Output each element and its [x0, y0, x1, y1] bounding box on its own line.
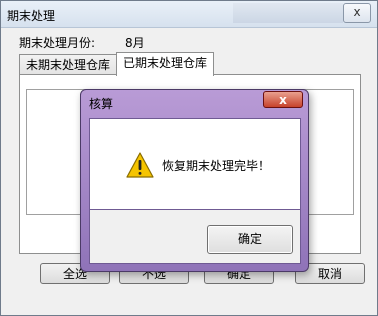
dialog-footer: 确定	[89, 210, 301, 264]
dialog-title: 核算	[89, 97, 114, 111]
warning-icon	[126, 152, 154, 178]
dialog-ok-button[interactable]: 确定	[207, 225, 293, 254]
window-titlebar[interactable]: 期末处理 x	[1, 1, 377, 28]
window-close-button[interactable]: x	[343, 3, 371, 23]
period-end-window: 期末处理 x 期末处理月份: 8月 未期末处理仓库 已期末处理仓库 全选 不选 …	[0, 0, 378, 316]
window-title: 期末处理	[7, 9, 56, 23]
accounting-dialog: 核算 x 恢复期末处理完毕！ 确定	[80, 89, 309, 272]
titlebar-background-blur	[233, 3, 343, 23]
tab-unprocessed-warehouses[interactable]: 未期末处理仓库	[19, 54, 118, 75]
month-label: 期末处理月份:	[19, 36, 96, 50]
dialog-close-button[interactable]: x	[263, 91, 303, 108]
tab-processed-warehouses[interactable]: 已期末处理仓库	[116, 52, 215, 76]
month-value: 8月	[125, 36, 145, 50]
dialog-body: 恢复期末处理完毕！	[89, 118, 301, 210]
dialog-message: 恢复期末处理完毕！	[162, 159, 271, 173]
